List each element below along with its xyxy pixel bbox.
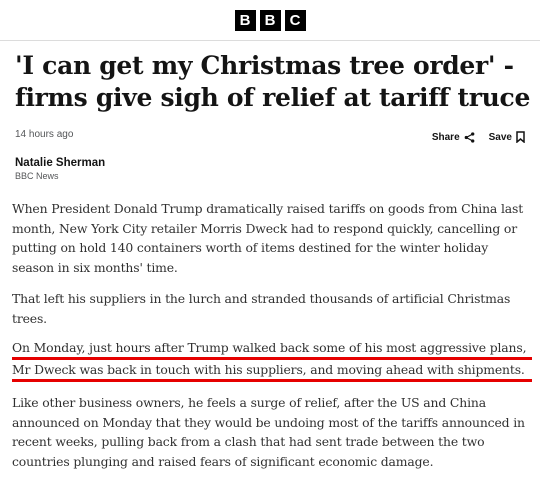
- share-icon: [464, 131, 474, 143]
- article-headline: 'I can get my Christmas tree order' - fi…: [15, 50, 535, 114]
- article-paragraph-3: Like other business owners, he feels a s…: [12, 395, 525, 469]
- article-paragraph-1: When President Donald Trump dramatically…: [12, 201, 524, 275]
- save-button[interactable]: Save: [489, 131, 525, 143]
- highlighted-line-1: On Monday, just hours after Trump walked…: [12, 340, 532, 360]
- byline: Natalie Sherman BBC News: [15, 157, 105, 181]
- headline-line-1: 'I can get my Christmas tree order' -: [15, 51, 514, 80]
- author-name[interactable]: Natalie Sherman: [15, 157, 105, 169]
- logo-letter-b2: B: [259, 9, 281, 31]
- share-label: Share: [431, 131, 460, 143]
- article-paragraph-2: That left his suppliers in the lurch and…: [12, 291, 511, 326]
- save-label: Save: [488, 131, 512, 143]
- timestamp: 14 hours ago: [15, 129, 74, 140]
- headline-line-2: firms give sigh of relief at tariff truc…: [15, 83, 531, 112]
- author-organisation: BBC News: [15, 171, 59, 181]
- article-meta: 14 hours ago Share Save: [15, 129, 525, 149]
- highlighted-paragraph: On Monday, just hours after Trump walked…: [12, 340, 532, 382]
- logo-letter-c: C: [284, 9, 306, 31]
- bookmark-icon: [516, 131, 525, 143]
- site-header: B B C: [0, 0, 540, 41]
- share-button[interactable]: Share: [432, 132, 475, 143]
- bbc-logo[interactable]: B B C: [234, 9, 306, 31]
- article-body: When President Donald Trump dramatically…: [12, 199, 532, 483]
- article-actions: Share Save: [432, 131, 525, 143]
- logo-letter-b1: B: [234, 9, 256, 31]
- highlighted-line-2: Mr Dweck was back in touch with his supp…: [12, 362, 532, 382]
